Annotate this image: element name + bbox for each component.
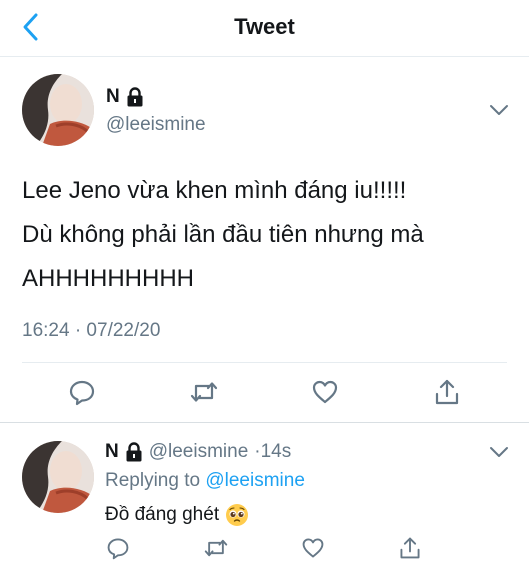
retweet-icon (204, 539, 228, 557)
tweet-timestamp[interactable]: 16:24 · 07/22/20 (22, 320, 160, 342)
reply-author-handle[interactable]: @leeismine (149, 441, 249, 463)
author-name-text: N (106, 86, 120, 107)
pleading-face-emoji (226, 504, 249, 526)
retweet-icon (190, 382, 218, 402)
tweet-options-button[interactable] (488, 102, 510, 118)
chevron-down-icon (490, 447, 508, 457)
reply-header: N @leeismine · 14s (105, 441, 291, 463)
reply-reply-button[interactable] (106, 536, 130, 565)
divider (0, 422, 529, 423)
reply-text-row: Đồ đáng ghét (105, 503, 249, 527)
like-icon (312, 380, 338, 404)
like-button[interactable] (311, 378, 339, 411)
reply-text: Đồ đáng ghét (105, 504, 220, 525)
tweet-text-line: AHHHHHHHHH (22, 265, 194, 292)
author-name[interactable]: N (106, 86, 144, 108)
tweet-text-line: Lee Jeno vừa khen mình đáng iu!!!!! (22, 177, 407, 204)
chevron-down-icon (490, 105, 508, 115)
reply-like-button[interactable] (301, 536, 325, 565)
page-title: Tweet (234, 14, 295, 39)
tweet-text-line: Dù không phải lần đầu tiên nhưng mà (22, 221, 424, 248)
lock-icon (127, 87, 143, 107)
author-handle[interactable]: @leeismine (106, 114, 206, 136)
share-button[interactable] (433, 378, 461, 411)
retweet-button[interactable] (189, 378, 219, 411)
replying-to-label: Replying to (105, 470, 201, 491)
share-icon (400, 537, 420, 559)
reply-options-button[interactable] (488, 444, 510, 460)
reply-icon (69, 380, 95, 406)
reply-time[interactable]: 14s (261, 441, 292, 463)
top-bar: Tweet (0, 0, 529, 57)
avatar[interactable] (22, 74, 94, 146)
like-icon (302, 538, 324, 558)
reply-retweet-button[interactable] (203, 536, 229, 565)
reply-avatar[interactable] (22, 441, 94, 513)
reply-button[interactable] (68, 378, 96, 411)
reply-author-name[interactable]: N (105, 441, 119, 463)
replying-to: Replying to @leeismine (105, 470, 305, 492)
reply-share-button[interactable] (398, 536, 422, 565)
lock-icon (126, 442, 142, 462)
reply-icon (107, 538, 129, 560)
divider (22, 362, 507, 363)
replying-to-handle[interactable]: @leeismine (205, 470, 305, 491)
tweet-text: Lee Jeno vừa khen mình đáng iu!!!!! Dù k… (22, 169, 424, 301)
share-icon (435, 379, 459, 405)
